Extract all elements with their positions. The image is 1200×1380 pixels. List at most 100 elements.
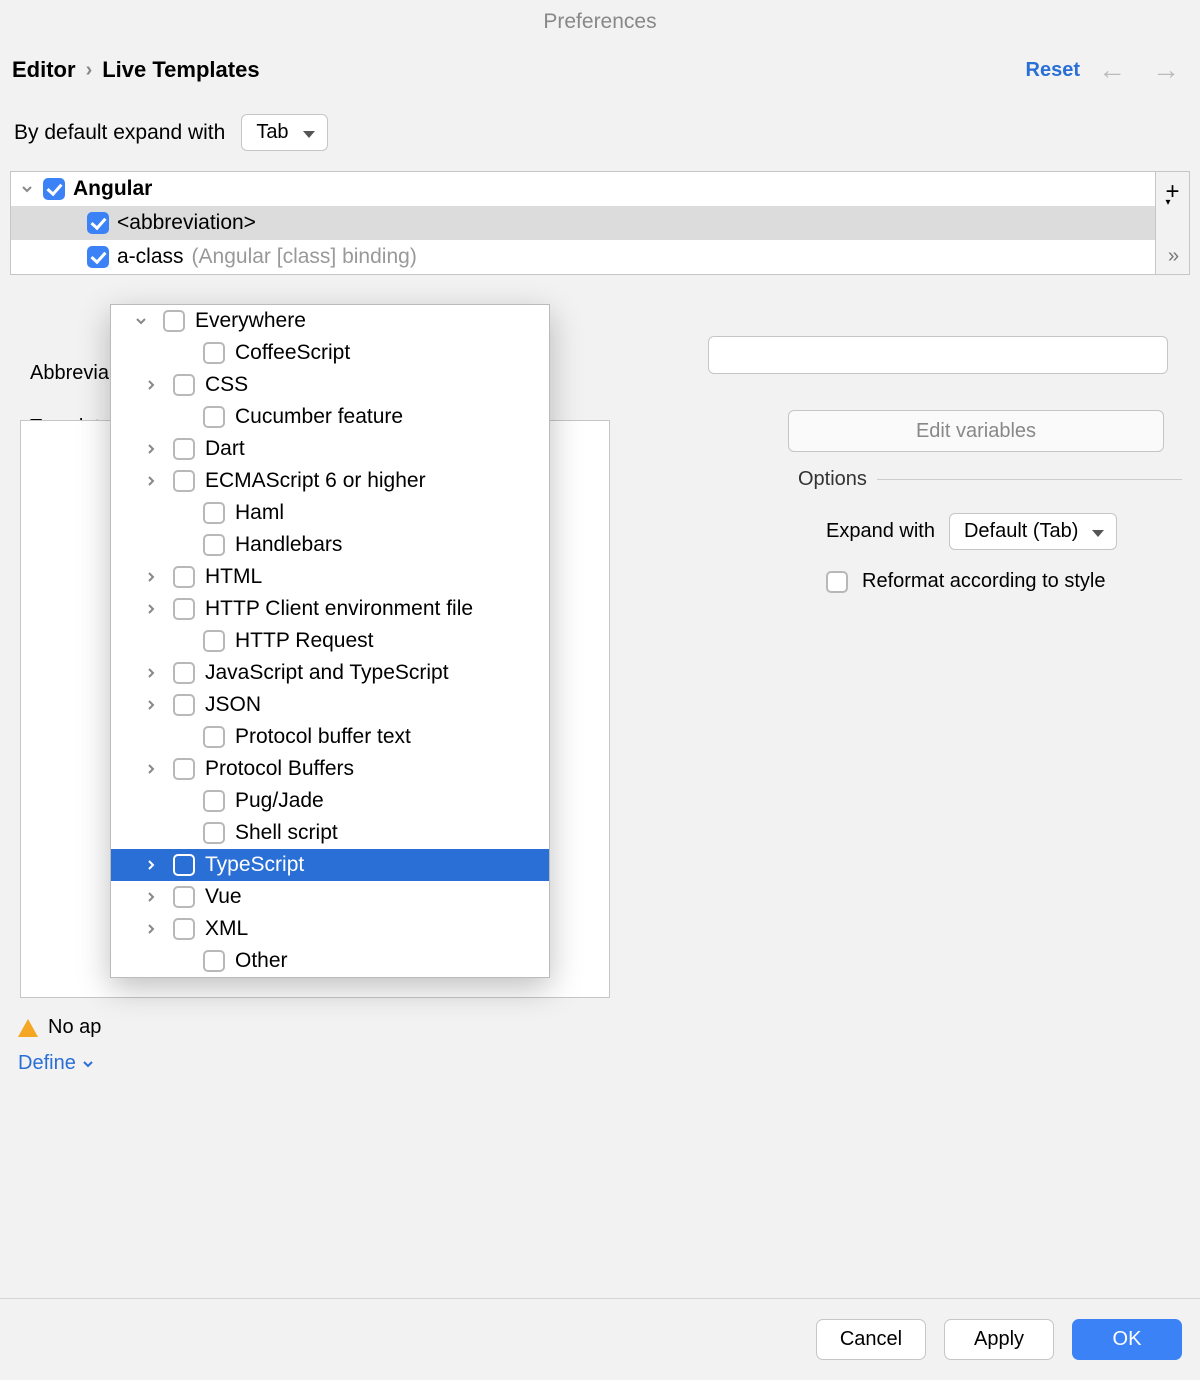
- context-label: Dart: [205, 437, 245, 461]
- chevron-right-icon[interactable]: [123, 571, 163, 583]
- chevron-right-icon[interactable]: [123, 699, 163, 711]
- context-checkbox[interactable]: [203, 502, 225, 524]
- context-item[interactable]: Vue: [111, 881, 549, 913]
- tree-tools: +▾ ››: [1155, 172, 1189, 274]
- abbreviation-label: Abbrevia: [14, 340, 125, 391]
- apply-button[interactable]: Apply: [944, 1319, 1054, 1360]
- context-item[interactable]: HTTP Request: [111, 625, 549, 657]
- forward-icon[interactable]: →: [1144, 54, 1188, 86]
- context-checkbox[interactable]: [173, 854, 195, 876]
- warning-text: No ap: [48, 1016, 101, 1039]
- chevron-right-icon[interactable]: [123, 379, 163, 391]
- chevron-right-icon[interactable]: [123, 443, 163, 455]
- define-link[interactable]: Define: [18, 1052, 94, 1075]
- context-item[interactable]: JSON: [111, 689, 549, 721]
- context-checkbox[interactable]: [173, 918, 195, 940]
- context-checkbox[interactable]: [173, 566, 195, 588]
- context-checkbox[interactable]: [203, 534, 225, 556]
- group-label: Angular: [73, 177, 152, 201]
- context-checkbox[interactable]: [203, 790, 225, 812]
- context-item[interactable]: Pug/Jade: [111, 785, 549, 817]
- description-input[interactable]: [708, 336, 1168, 374]
- context-item[interactable]: Dart: [111, 433, 549, 465]
- context-item[interactable]: Everywhere: [111, 305, 549, 337]
- context-checkbox[interactable]: [173, 374, 195, 396]
- breadcrumb-parent[interactable]: Editor: [12, 57, 76, 83]
- chevron-right-icon[interactable]: [123, 891, 163, 903]
- chevron-down-icon[interactable]: [123, 315, 153, 327]
- context-checkbox[interactable]: [173, 694, 195, 716]
- context-checkbox[interactable]: [203, 950, 225, 972]
- item-hint: (Angular [class] binding): [192, 245, 417, 269]
- chevron-right-icon[interactable]: [123, 475, 163, 487]
- item-label: a-class: [117, 245, 184, 269]
- context-checkbox[interactable]: [173, 886, 195, 908]
- warning-row: No ap: [18, 1016, 101, 1039]
- context-label: CoffeeScript: [235, 341, 350, 365]
- context-item[interactable]: JavaScript and TypeScript: [111, 657, 549, 689]
- expand-icon[interactable]: ››: [1164, 239, 1181, 274]
- item-checkbox[interactable]: [87, 212, 109, 234]
- add-icon[interactable]: +▾: [1161, 172, 1183, 208]
- context-label: XML: [205, 917, 248, 941]
- context-checkbox[interactable]: [203, 630, 225, 652]
- template-item[interactable]: <abbreviation>: [11, 206, 1189, 240]
- edit-variables-button[interactable]: Edit variables: [788, 410, 1164, 452]
- context-item[interactable]: Haml: [111, 497, 549, 529]
- context-checkbox[interactable]: [173, 598, 195, 620]
- expand-with-label: By default expand with: [14, 121, 225, 145]
- context-item[interactable]: Other: [111, 945, 549, 977]
- context-label: Cucumber feature: [235, 405, 403, 429]
- context-checkbox[interactable]: [173, 470, 195, 492]
- chevron-down-icon[interactable]: [19, 183, 35, 195]
- context-label: JavaScript and TypeScript: [205, 661, 449, 685]
- expand-with-select[interactable]: Default (Tab): [949, 513, 1118, 550]
- context-item[interactable]: ECMAScript 6 or higher: [111, 465, 549, 497]
- context-checkbox[interactable]: [203, 726, 225, 748]
- templates-tree[interactable]: Angular <abbreviation> a-class (Angular …: [10, 171, 1190, 275]
- define-label: Define: [18, 1052, 76, 1075]
- context-checkbox[interactable]: [203, 406, 225, 428]
- context-checkbox[interactable]: [163, 310, 185, 332]
- context-checkbox[interactable]: [203, 822, 225, 844]
- context-item[interactable]: Protocol Buffers: [111, 753, 549, 785]
- context-checkbox[interactable]: [173, 438, 195, 460]
- context-item[interactable]: TypeScript: [111, 849, 549, 881]
- ok-button[interactable]: OK: [1072, 1319, 1182, 1360]
- cancel-button[interactable]: Cancel: [816, 1319, 926, 1360]
- breadcrumb: Editor › Live Templates Reset ← →: [0, 54, 1200, 114]
- context-item[interactable]: Cucumber feature: [111, 401, 549, 433]
- context-checkbox[interactable]: [173, 662, 195, 684]
- context-item[interactable]: CoffeeScript: [111, 337, 549, 369]
- chevron-right-icon[interactable]: [123, 667, 163, 679]
- reformat-checkbox[interactable]: [826, 571, 848, 593]
- options-title: Options: [798, 468, 867, 491]
- context-item[interactable]: Handlebars: [111, 529, 549, 561]
- reset-button[interactable]: Reset: [1026, 59, 1080, 82]
- context-checkbox[interactable]: [173, 758, 195, 780]
- context-item[interactable]: Shell script: [111, 817, 549, 849]
- reformat-label: Reformat according to style: [862, 570, 1105, 593]
- context-item[interactable]: XML: [111, 913, 549, 945]
- chevron-right-icon[interactable]: [123, 859, 163, 871]
- context-item[interactable]: HTTP Client environment file: [111, 593, 549, 625]
- divider: [877, 479, 1182, 480]
- context-item[interactable]: CSS: [111, 369, 549, 401]
- context-checkbox[interactable]: [203, 342, 225, 364]
- template-group[interactable]: Angular: [11, 172, 1189, 206]
- context-label: JSON: [205, 693, 261, 717]
- chevron-right-icon[interactable]: [123, 923, 163, 935]
- chevron-down-icon: [82, 1058, 94, 1070]
- chevron-right-icon[interactable]: [123, 603, 163, 615]
- group-checkbox[interactable]: [43, 178, 65, 200]
- item-checkbox[interactable]: [87, 246, 109, 268]
- back-icon[interactable]: ←: [1090, 54, 1134, 86]
- context-item[interactable]: Protocol buffer text: [111, 721, 549, 753]
- context-label: Pug/Jade: [235, 789, 324, 813]
- context-item[interactable]: HTML: [111, 561, 549, 593]
- context-popup[interactable]: Everywhere CoffeeScript CSS Cucumber featur…: [110, 304, 550, 978]
- chevron-right-icon[interactable]: [123, 763, 163, 775]
- context-label: Vue: [205, 885, 242, 909]
- template-item[interactable]: a-class (Angular [class] binding): [11, 240, 1189, 274]
- default-expand-select[interactable]: Tab: [241, 114, 327, 151]
